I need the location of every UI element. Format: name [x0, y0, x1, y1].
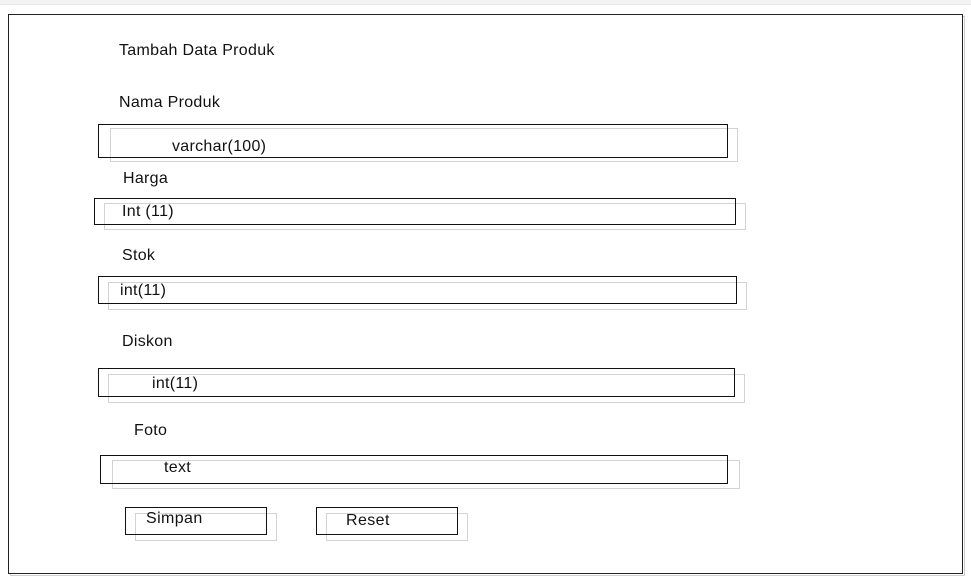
reset-button[interactable]: Reset [316, 507, 468, 541]
label-stok: Stok [122, 247, 156, 264]
form-title: Tambah Data Produk [119, 42, 275, 59]
diskon-value: int(11) [152, 375, 199, 392]
save-button[interactable]: Simpan [125, 507, 277, 541]
stok-field-border [98, 276, 737, 304]
foto-value: text [164, 459, 191, 476]
foto-field-border [100, 455, 728, 484]
harga-value: Int (11) [122, 203, 174, 220]
foto-field[interactable]: text [100, 455, 740, 489]
stok-value: int(11) [120, 282, 167, 299]
label-nama-produk: Nama Produk [119, 94, 221, 111]
save-button-label: Simpan [146, 510, 203, 527]
label-harga: Harga [123, 170, 169, 187]
label-diskon: Diskon [122, 333, 173, 350]
stok-field[interactable]: int(11) [98, 276, 747, 310]
window-top-strip [0, 0, 971, 5]
harga-field[interactable]: Int (11) [94, 198, 746, 230]
nama-produk-field[interactable]: varchar(100) [98, 124, 738, 162]
label-foto: Foto [134, 422, 168, 439]
reset-button-label: Reset [346, 512, 390, 529]
harga-field-border [94, 198, 736, 225]
diskon-field[interactable]: int(11) [98, 368, 745, 403]
nama-produk-value: varchar(100) [172, 138, 267, 155]
